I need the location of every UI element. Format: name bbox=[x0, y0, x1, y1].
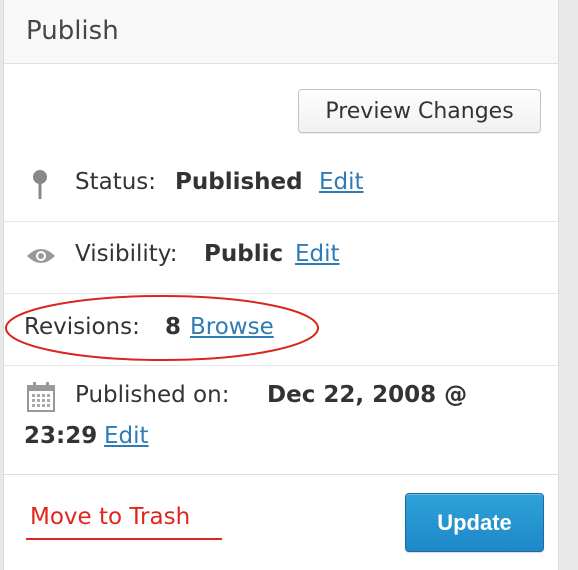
visibility-label: Visibility: bbox=[75, 241, 178, 267]
divider bbox=[4, 474, 558, 475]
calendar-icon bbox=[27, 382, 55, 412]
visibility-edit-link[interactable]: Edit bbox=[295, 241, 340, 267]
published-on-label: Published on: bbox=[75, 382, 230, 408]
revisions-browse-link[interactable]: Browse bbox=[190, 314, 274, 340]
published-on-time: 23:29 bbox=[24, 423, 98, 449]
publish-box-header: Publish bbox=[4, 0, 558, 64]
status-value: Published bbox=[175, 169, 303, 195]
published-on-edit-link[interactable]: Edit bbox=[104, 423, 149, 449]
update-button[interactable]: Update bbox=[405, 493, 544, 552]
divider bbox=[4, 365, 558, 366]
annotation-underline bbox=[26, 538, 222, 540]
preview-changes-button[interactable]: Preview Changes bbox=[298, 89, 541, 133]
move-to-trash-link[interactable]: Move to Trash bbox=[30, 504, 190, 530]
divider bbox=[4, 293, 558, 294]
pin-icon bbox=[33, 170, 47, 199]
published-on-date: Dec 22, 2008 @ bbox=[267, 382, 468, 408]
publish-box: Publish Preview Changes Status: Publishe… bbox=[3, 0, 559, 570]
revisions-count: 8 bbox=[165, 314, 182, 340]
visibility-value: Public bbox=[204, 241, 284, 267]
status-label: Status: bbox=[75, 169, 157, 195]
divider bbox=[4, 221, 558, 222]
eye-icon bbox=[27, 249, 55, 263]
revisions-label: Revisions: bbox=[24, 314, 140, 340]
status-edit-link[interactable]: Edit bbox=[319, 169, 364, 195]
box-title: Publish bbox=[26, 16, 119, 46]
